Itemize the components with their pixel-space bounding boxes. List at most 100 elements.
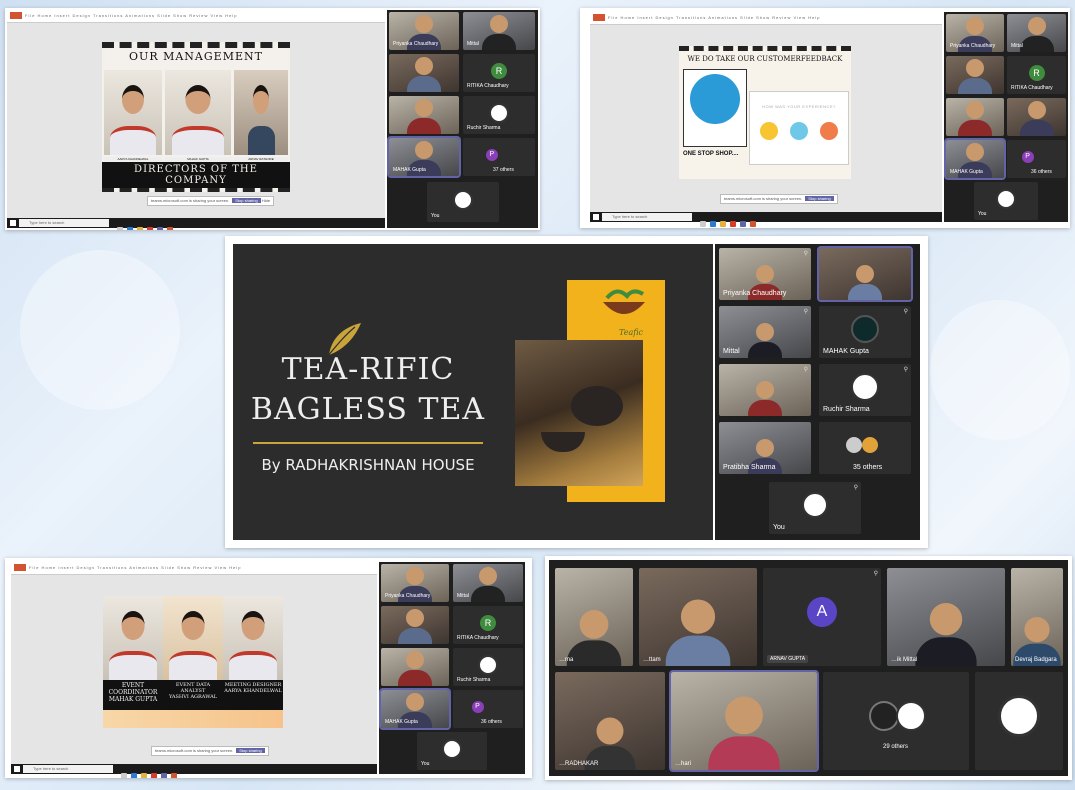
pin-icon[interactable]: ⚲	[904, 366, 908, 373]
participant-tile[interactable]: ⚲ Mittal	[719, 306, 811, 358]
participant-tile[interactable]: Priyanka Chaudhary	[946, 14, 1004, 52]
participant-tile[interactable]: R RITIKA Chaudhary	[1007, 56, 1066, 94]
self-tile[interactable]: You	[417, 732, 487, 770]
role-title: EVENT COORDINATOR	[108, 682, 158, 696]
participant-tile[interactable]: A ⚲ ARNAV GUPTA	[763, 568, 881, 666]
self-tile[interactable]	[975, 672, 1063, 770]
participant-tile[interactable]	[389, 54, 459, 92]
participant-tile[interactable]: P 37 others	[463, 138, 535, 176]
participant-tile[interactable]: Ruchir Sharma	[463, 96, 535, 134]
participant-tile[interactable]: Mittal	[463, 12, 535, 50]
caption-director-2: MAHAK GUPTA	[165, 157, 231, 161]
file-tab[interactable]	[10, 12, 22, 19]
pin-icon[interactable]: ⚲	[804, 308, 808, 315]
powerpoint-icon[interactable]	[171, 773, 177, 778]
participant-tile[interactable]: R RITIKA Chaudhary	[453, 606, 523, 644]
powerpoint-icon[interactable]	[750, 221, 756, 227]
taskbar-search[interactable]: Type here to search	[23, 765, 113, 773]
file-tab[interactable]	[593, 14, 605, 21]
folder-icon[interactable]	[141, 773, 147, 778]
participant-tile[interactable]: P 36 others	[1007, 140, 1066, 178]
participant-name: …ttam	[643, 657, 661, 663]
edge-icon[interactable]	[710, 221, 716, 227]
windows-start-icon[interactable]	[593, 214, 599, 220]
ribbon-tabs[interactable]: File Home Insert Design Transitions Anim…	[29, 565, 241, 570]
participant-tile[interactable]: ⚲	[719, 364, 811, 416]
participant-tile[interactable]: P 36 others	[453, 690, 523, 728]
participant-tile[interactable]: …ik Mittal	[887, 568, 1005, 666]
edge-icon[interactable]	[131, 773, 137, 778]
teams-icon[interactable]	[740, 221, 746, 227]
file-tab[interactable]	[14, 564, 26, 571]
participant-tile[interactable]: Mittal	[453, 564, 523, 602]
teams-icon[interactable]	[161, 773, 167, 778]
task-view-icon[interactable]	[117, 227, 123, 230]
participant-tile[interactable]	[381, 648, 449, 686]
participant-tile[interactable]	[389, 96, 459, 134]
participant-tile[interactable]: …ma	[555, 568, 633, 666]
title-line-1: TEA-RIFIC	[281, 352, 455, 387]
participant-tile[interactable]: …ttam	[639, 568, 757, 666]
participant-tile[interactable]: MAHAK Gupta	[944, 138, 1006, 180]
pin-icon[interactable]: ⚲	[854, 484, 858, 491]
taskbar-search[interactable]: Type here to search	[602, 213, 692, 221]
participant-tile[interactable]: ⚲ MAHAK Gupta	[819, 306, 911, 358]
sad-face-icon[interactable]	[760, 122, 778, 140]
participant-tile[interactable]: MAHAK Gupta	[387, 136, 461, 178]
ribbon-tabs[interactable]: File Home Insert Design Transitions Anim…	[25, 13, 237, 18]
participant-tile[interactable]: Mittal	[1007, 14, 1066, 52]
participant-tile[interactable]	[381, 606, 449, 644]
powerpoint-icon[interactable]	[167, 227, 173, 230]
participant-tile[interactable]: Pratibha Sharma	[719, 422, 811, 474]
stop-sharing-button[interactable]: Stop sharing	[236, 748, 265, 753]
pin-icon[interactable]: ⚲	[804, 250, 808, 257]
participant-name: MAHAK Gupta	[385, 719, 418, 725]
participant-tile[interactable]: …hari	[669, 670, 819, 772]
pin-icon[interactable]: ⚲	[804, 366, 808, 373]
pin-icon[interactable]: ⚲	[874, 570, 878, 577]
participant-tile[interactable]: Priyanka Chaudhary	[381, 564, 449, 602]
task-view-icon[interactable]	[700, 221, 706, 227]
teams-gallery: ⚲ Priyanka Chaudhary ⚲ Mittal ⚲ MAHAK Gupta…	[715, 244, 920, 540]
angry-face-icon[interactable]	[820, 122, 838, 140]
pin-icon[interactable]: ⚲	[904, 308, 908, 315]
participant-tile[interactable]: Priyanka Chaudhary	[389, 12, 459, 50]
chrome-icon[interactable]	[151, 773, 157, 778]
participant-tile[interactable]	[946, 56, 1004, 94]
stop-sharing-button[interactable]: Stop sharing	[232, 198, 261, 203]
ribbon-tabs[interactable]: File Home Insert Design Transitions Anim…	[608, 15, 820, 20]
participant-tile[interactable]	[817, 246, 913, 302]
avatar: R	[480, 615, 496, 632]
taskbar-search[interactable]: Type here to search	[19, 219, 109, 227]
windows-taskbar: Type here to search	[7, 218, 385, 230]
chrome-icon[interactable]	[730, 221, 736, 227]
participant-tile[interactable]	[946, 98, 1004, 136]
self-tile[interactable]: You	[427, 182, 499, 222]
participant-tile[interactable]: ⚲ Priyanka Chaudhary	[719, 248, 811, 300]
windows-start-icon[interactable]	[10, 220, 16, 226]
neutral-face-icon[interactable]	[790, 122, 808, 140]
stop-sharing-button[interactable]: Stop sharing	[805, 196, 834, 201]
windows-start-icon[interactable]	[14, 766, 20, 772]
self-tile[interactable]: ⚲ You	[769, 482, 861, 534]
self-tile[interactable]: You	[974, 182, 1038, 220]
edge-icon[interactable]	[127, 227, 133, 230]
participant-name: Mittal	[1011, 43, 1023, 49]
windows-taskbar: Type here to search	[590, 212, 942, 227]
participant-tile[interactable]: MAHAK Gupta	[379, 688, 451, 730]
participant-tile[interactable]: R RITIKA Chaudhary	[463, 54, 535, 92]
participant-tile[interactable]: 35 others	[819, 422, 911, 474]
participant-tile[interactable]: …RADHAKAR	[555, 672, 665, 770]
chrome-icon[interactable]	[147, 227, 153, 230]
folder-icon[interactable]	[720, 221, 726, 227]
hide-button[interactable]: Hide	[262, 198, 270, 203]
participant-tile[interactable]	[1007, 98, 1066, 136]
participant-tile[interactable]: ⚲ Ruchir Sharma	[819, 364, 911, 416]
participant-tile[interactable]: 29 others	[823, 672, 969, 770]
teams-icon[interactable]	[157, 227, 163, 230]
participant-tile[interactable]: Devraj Badgara	[1011, 568, 1063, 666]
participant-tile[interactable]: Ruchir Sharma	[453, 648, 523, 686]
folder-icon[interactable]	[137, 227, 143, 230]
task-view-icon[interactable]	[121, 773, 127, 778]
taskbar-apps	[119, 766, 179, 778]
